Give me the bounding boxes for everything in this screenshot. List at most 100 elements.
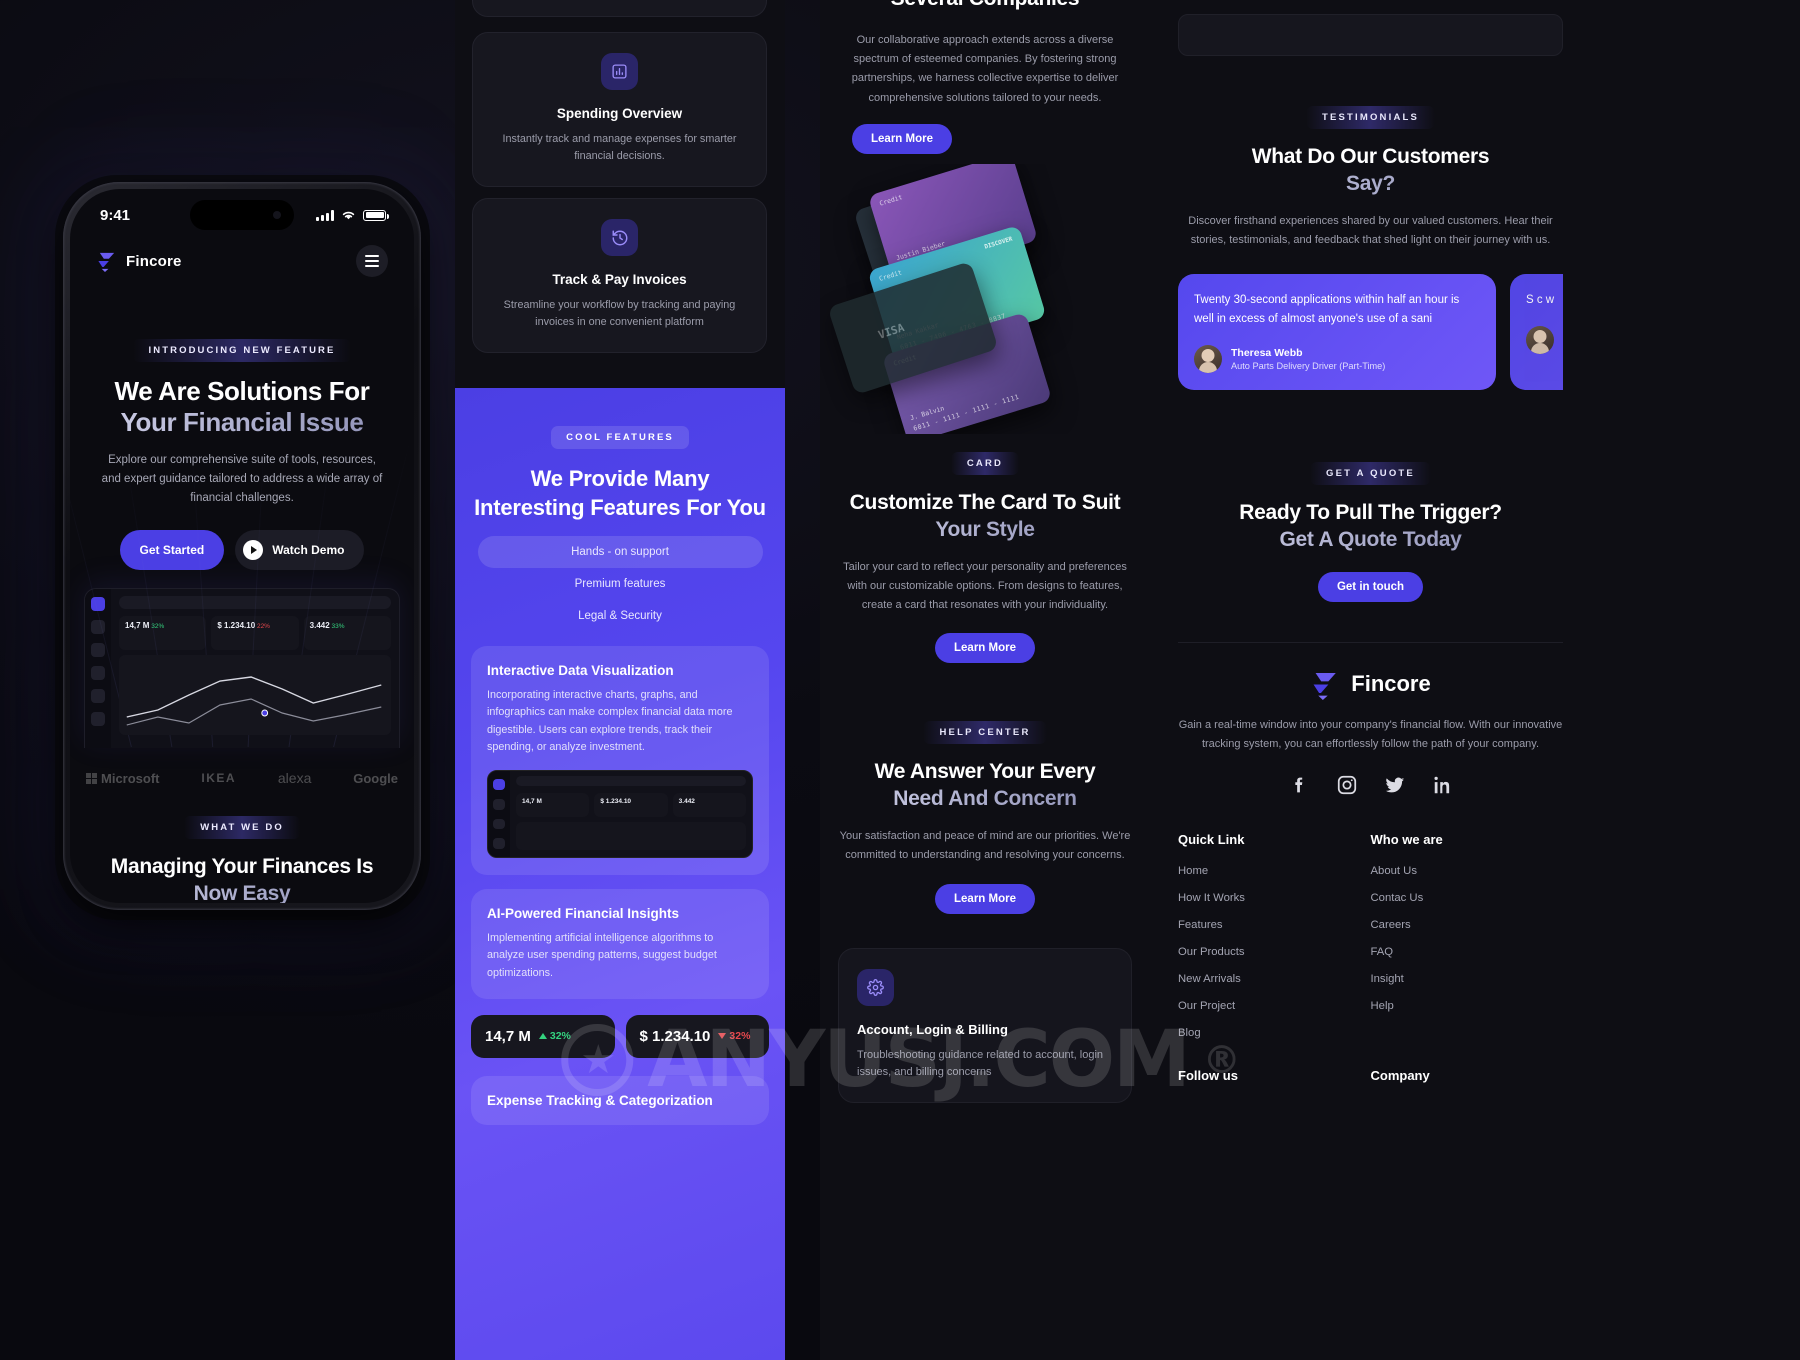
footer-link-features[interactable]: Features	[1178, 919, 1371, 931]
dynamic-island	[190, 200, 294, 230]
linkedin-icon[interactable]	[1432, 774, 1454, 796]
card-section-column: Several Companies Our collaborative appr…	[820, 0, 1150, 1360]
tab-hands-on-support[interactable]: Hands - on support	[477, 536, 763, 569]
footer-link-careers[interactable]: Careers	[1371, 919, 1564, 931]
mockup-stage: 9:41 Fincore INTRODUCING NEW FEATURE We …	[0, 0, 1800, 1360]
feature-card-desc: Streamline your workflow by tracking and…	[503, 299, 736, 329]
testimonial-author: Theresa Webb Auto Parts Delivery Driver …	[1194, 345, 1480, 374]
companies-learn-more-button[interactable]: Learn More	[852, 123, 952, 154]
dashboard-nav-icon	[91, 689, 105, 704]
feature-card-title: Spending Overview	[556, 106, 683, 121]
hc-title-line2: Need And Concern	[838, 786, 1132, 813]
avatar	[1526, 326, 1554, 355]
help-center-learn-more-button[interactable]: Learn More	[935, 883, 1035, 914]
dashboard-stat-card: 3.442 33%	[303, 616, 391, 651]
stat-value: 14,7 M	[522, 798, 542, 806]
instagram-icon[interactable]	[1336, 774, 1358, 796]
gear-icon	[857, 968, 894, 1006]
hc-card-title: Account, Login & Billing	[857, 1021, 1008, 1037]
tab-legal-security[interactable]: Legal & Security	[478, 600, 763, 632]
testimonial-carousel[interactable]: Twenty 30-second applications within hal…	[1178, 274, 1563, 391]
cool-features-tabs: Hands - on support Premium features Lega…	[455, 536, 785, 632]
footer-link-home[interactable]: Home	[1178, 865, 1371, 877]
footer-link-help[interactable]: Help	[1371, 1000, 1564, 1012]
stat-value: 3.442	[309, 621, 330, 631]
footer-link-contact-us[interactable]: Contac Us	[1371, 892, 1564, 904]
companies-desc: Our collaborative approach extends acros…	[851, 33, 1119, 104]
hero-title-line1: We Are Solutions For	[114, 376, 370, 406]
watch-demo-button[interactable]: Watch Demo	[235, 530, 365, 571]
phone-frame: 9:41 Fincore INTRODUCING NEW FEATURE We …	[63, 182, 421, 910]
twitter-icon[interactable]	[1384, 774, 1406, 796]
column4-content: TESTIMONIALS What Do Our Customers Say? …	[1178, 0, 1563, 1101]
footer-link-blog[interactable]: Blog	[1178, 1027, 1371, 1039]
help-center-card-account-billing[interactable]: Account, Login & Billing Troubleshooting…	[838, 947, 1132, 1103]
hero-section: INTRODUCING NEW FEATURE We Are Solutions…	[70, 277, 414, 747]
stat-change: 32%	[718, 1030, 750, 1042]
stat-card-revenue: 14,7 M 32%	[471, 1014, 615, 1058]
get-started-button[interactable]: Get Started	[119, 530, 225, 571]
battery-icon	[363, 209, 389, 221]
quote-title-line2: Get A Quote Today	[1178, 527, 1563, 554]
card-title-line1: Customize The Card To Suit	[849, 490, 1121, 514]
card-learn-more-button[interactable]: Learn More	[935, 633, 1035, 664]
footer-brand[interactable]: Fincore	[1178, 669, 1563, 700]
brand-name: Fincore	[126, 252, 182, 270]
dashboard-nav-icon	[493, 838, 505, 850]
dashboard-nav-icon	[91, 712, 105, 727]
footer-link-how-it-works[interactable]: How It Works	[1178, 892, 1371, 904]
ts-title-line1: What Do Our Customers	[1251, 145, 1490, 168]
footer-link-our-products[interactable]: Our Products	[1178, 946, 1371, 958]
tab-premium-features[interactable]: Premium features	[478, 568, 763, 600]
card-type-label: Credit	[878, 193, 904, 208]
cool-features-title: We Provide Many Interesting Features For…	[455, 464, 785, 522]
get-in-touch-button[interactable]: Get in touch	[1317, 571, 1424, 602]
feature-card-title: Track & Pay Invoices	[552, 272, 687, 287]
footer-link-faq[interactable]: FAQ	[1371, 946, 1564, 958]
cf-title-line2: Interesting Features For You	[474, 495, 766, 521]
dashboard-search-input[interactable]	[516, 776, 746, 787]
footer-socials	[1178, 774, 1563, 796]
feature-card-spending-overview: Spending Overview Instantly track and ma…	[472, 32, 767, 187]
dashboard-stat-card: 14,7 M 32%	[119, 616, 207, 651]
footer-link-insight[interactable]: Insight	[1371, 973, 1564, 985]
footer-link-our-project[interactable]: Our Project	[1178, 1000, 1371, 1012]
trend-down-icon	[718, 1033, 727, 1040]
dashboard-preview: 14,7 M 32% $ 1.234.10 22% 3.442 33%	[84, 588, 400, 749]
stat-value: 3.442	[678, 798, 695, 806]
stat-change: 32%	[151, 623, 165, 631]
footer-brand-name: Fincore	[1351, 671, 1431, 697]
dashboard-line-chart	[119, 655, 391, 736]
quote-eyebrow: GET A QUOTE	[1310, 462, 1431, 486]
footer-column-title: Quick Link	[1178, 832, 1245, 848]
wwd-title-line2: Now Easy	[86, 881, 398, 903]
brand-logo[interactable]: Fincore	[96, 250, 182, 272]
facebook-icon[interactable]	[1288, 774, 1310, 796]
card-eyebrow: CARD	[950, 451, 1020, 475]
footer-link-new-arrivals[interactable]: New Arrivals	[1178, 973, 1371, 985]
hamburger-menu-icon[interactable]	[356, 245, 388, 277]
cf-title-line1: We Provide Many	[530, 466, 710, 491]
avatar	[1194, 345, 1222, 374]
footer-link-about-us[interactable]: About Us	[1371, 865, 1564, 877]
logo-alexa: alexa	[277, 770, 312, 787]
testimonial-quote: Twenty 30-second applications within hal…	[1194, 294, 1460, 326]
play-circle-icon	[243, 540, 264, 561]
testimonials-eyebrow: TESTIMONIALS	[1305, 106, 1436, 129]
dashboard-nav-icon	[493, 818, 505, 830]
logo-google: Google	[353, 770, 398, 786]
footer-bottom-headings: Follow us Company	[1178, 1068, 1563, 1101]
dashboard-stat-card: 3.442	[672, 793, 746, 818]
what-we-do-title: Managing Your Finances Is Now Easy	[86, 854, 398, 903]
hero-eyebrow-badge: INTRODUCING NEW FEATURE	[132, 339, 352, 362]
help-center-section: HELP CENTER We Answer Your Every Need An…	[820, 721, 1150, 914]
dashboard-search-input[interactable]	[119, 596, 391, 610]
help-center-eyebrow: HELP CENTER	[923, 721, 1047, 745]
hero-title-line2: Your Financial Issue	[88, 407, 396, 438]
partner-logos: Microsoft IKEA alexa Google	[70, 770, 414, 786]
footer-divider	[1178, 641, 1563, 643]
fincore-f-logo-icon	[1313, 672, 1337, 700]
cool-feature-desc: Incorporating interactive charts, graphs…	[487, 689, 733, 753]
cool-feature-title: AI-Powered Financial Insights	[487, 906, 680, 922]
cool-features-section: COOL FEATURES We Provide Many Interestin…	[455, 388, 785, 1360]
